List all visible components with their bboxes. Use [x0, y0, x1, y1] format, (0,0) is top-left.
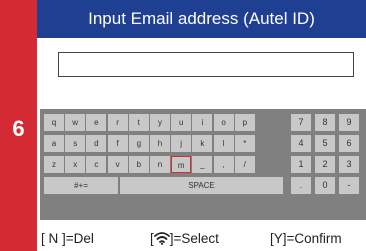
- key-1-9[interactable]: *: [234, 135, 255, 152]
- key-1-7[interactable]: k: [192, 135, 213, 152]
- key-1-6[interactable]: j: [171, 135, 192, 152]
- key-0-0[interactable]: q: [44, 114, 64, 131]
- step-sidebar: 6: [0, 0, 37, 251]
- key-2-4[interactable]: b: [128, 156, 149, 173]
- key-2-9[interactable]: /: [234, 156, 255, 173]
- email-input[interactable]: [58, 52, 354, 77]
- numpad-key-0-2[interactable]: 9: [339, 114, 359, 131]
- numpad-key-2-1[interactable]: 2: [315, 156, 335, 173]
- select-hint: [ ]=Select: [150, 226, 219, 251]
- key-1-8[interactable]: l: [213, 135, 234, 152]
- delete-hint: [ N ]=Del: [41, 231, 94, 246]
- key-0-5[interactable]: y: [150, 114, 170, 131]
- key-2-3[interactable]: v: [107, 156, 128, 173]
- symbols-key[interactable]: #+=: [44, 177, 118, 194]
- numpad-key-1-0[interactable]: 4: [291, 135, 311, 152]
- key-2-6[interactable]: m: [171, 156, 192, 173]
- key-0-9[interactable]: p: [234, 114, 255, 131]
- key-0-2[interactable]: e: [86, 114, 107, 131]
- key-0-7[interactable]: i: [192, 114, 213, 131]
- numpad-key-3-0[interactable]: .: [291, 177, 311, 194]
- numpad-key-0-1[interactable]: 8: [315, 114, 335, 131]
- key-1-3[interactable]: f: [107, 135, 128, 152]
- key-1-4[interactable]: g: [128, 135, 149, 152]
- key-1-2[interactable]: d: [86, 135, 107, 152]
- numpad-key-0-0[interactable]: 7: [291, 114, 311, 131]
- virtual-keyboard: q w e r t y u i o p a s d f g h j k l * z x c v b n m _, / #+= SPACE 7 8…: [40, 109, 366, 220]
- select-hint-label: ]=Select: [169, 231, 219, 246]
- confirm-hint: [Y]=Confirm: [270, 231, 342, 246]
- numpad-key-3-2[interactable]: -: [339, 177, 359, 194]
- key-2-7[interactable]: _: [192, 156, 213, 173]
- wifi-icon: [153, 232, 170, 245]
- hint-bar: [ N ]=Del [ ]=Select [Y]=Confirm: [37, 226, 366, 251]
- key-2-1[interactable]: x: [65, 156, 86, 173]
- space-key[interactable]: SPACE: [120, 177, 283, 194]
- key-1-1[interactable]: s: [65, 135, 86, 152]
- key-1-5[interactable]: h: [150, 135, 170, 152]
- numpad-key-1-1[interactable]: 5: [315, 135, 335, 152]
- key-2-8[interactable]: ,: [213, 156, 234, 173]
- key-0-1[interactable]: w: [65, 114, 86, 131]
- key-0-4[interactable]: t: [128, 114, 149, 131]
- key-0-3[interactable]: r: [107, 114, 128, 131]
- page-title: Input Email address (Autel ID): [37, 0, 366, 38]
- numpad-key-2-2[interactable]: 3: [339, 156, 359, 173]
- key-0-6[interactable]: u: [171, 114, 192, 131]
- numpad-key-3-1[interactable]: 0: [315, 177, 335, 194]
- key-0-8[interactable]: o: [213, 114, 234, 131]
- key-2-2[interactable]: c: [86, 156, 107, 173]
- step-number: 6: [12, 116, 25, 141]
- numpad-key-1-2[interactable]: 6: [339, 135, 359, 152]
- key-2-0[interactable]: z: [44, 156, 64, 173]
- key-2-5[interactable]: n: [150, 156, 170, 173]
- numpad-key-2-0[interactable]: 1: [291, 156, 311, 173]
- key-1-0[interactable]: a: [44, 135, 64, 152]
